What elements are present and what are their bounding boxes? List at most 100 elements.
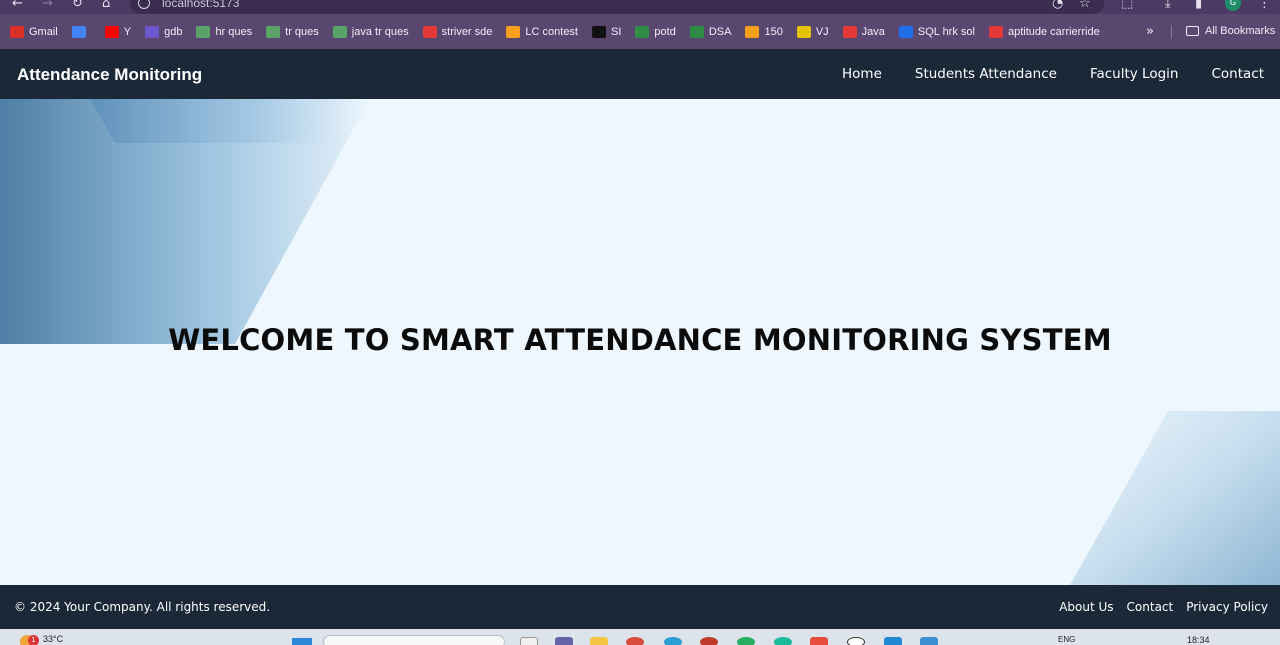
footer-link-about-us[interactable]: About Us (1059, 600, 1113, 614)
bookmark-label: LC contest (525, 25, 578, 38)
leetcode-icon (506, 25, 521, 38)
bookmarks-bar: Gmail Ygdb hr ques tr ques java tr ques striv… (0, 14, 1280, 49)
bookmark-label: gdb (164, 25, 183, 38)
file-explorer-icon[interactable] (590, 637, 608, 645)
java-icon (842, 25, 857, 38)
reload-icon[interactable]: ↻ (72, 0, 83, 11)
bookmark-label: DSA (708, 25, 732, 38)
star-icon[interactable]: ☆ (1079, 0, 1091, 11)
taskbar-search-box[interactable] (323, 635, 505, 645)
bookmark-label: tr ques (285, 25, 319, 38)
app-footer: © 2024 Your Company. All rights reserved… (0, 585, 1280, 629)
browser-toolbar: ← → ↻ ⌂ localhost:5173 ◔ ☆ ⬚ ⤓ ▮ G ⋮ (0, 0, 1280, 14)
address-bar[interactable] (130, 0, 1104, 14)
language-indicator[interactable]: ENG (1058, 635, 1075, 644)
bookmark-label: SI (611, 25, 622, 38)
bookmark-item[interactable]: Java (842, 25, 885, 38)
bookmark-label: VJ (815, 25, 829, 38)
footer-link-contact[interactable]: Contact (1127, 600, 1174, 614)
bookmark-item[interactable]: 150 (745, 25, 783, 38)
bookmark-item[interactable] (71, 25, 91, 38)
mountain-icon (266, 25, 281, 38)
gmail-icon (10, 25, 24, 38)
bookmark-item[interactable]: VJ (796, 25, 829, 38)
temperature-text: 33°C (43, 634, 64, 644)
bookmark-label: striver sde (441, 25, 493, 38)
more-bookmarks-icon[interactable]: » (1146, 24, 1154, 39)
nav-link-students-attendance[interactable]: Students Attendance (915, 66, 1057, 82)
bookmark-item[interactable]: potd (635, 25, 676, 38)
bookmark-item[interactable]: SI (592, 25, 622, 38)
menu-kebab-icon[interactable]: ⋮ (1258, 0, 1271, 11)
bookmark-label: SQL hrk sol (917, 25, 975, 38)
nav-link-contact[interactable]: Contact (1211, 66, 1264, 82)
bookmarks-divider (1171, 25, 1172, 39)
bookmark-item[interactable]: hr ques (196, 25, 252, 38)
home-icon[interactable]: ⌂ (102, 0, 110, 11)
edge-beta-icon[interactable] (774, 637, 792, 645)
sql-icon (898, 25, 913, 38)
chrome-icon[interactable] (626, 637, 644, 645)
os-taskbar: 1 33°C ENG 18:34 (0, 629, 1280, 645)
mountain-icon (332, 25, 347, 38)
footer-link-privacy-policy[interactable]: Privacy Policy (1186, 600, 1268, 614)
brave-icon[interactable] (810, 637, 828, 645)
gfg-icon (689, 25, 704, 38)
bookmark-item[interactable]: DSA (689, 25, 732, 38)
all-bookmarks-button[interactable]: All Bookmarks (1186, 25, 1275, 37)
vscode-icon[interactable] (884, 637, 902, 645)
vj-icon (796, 25, 811, 38)
nav-link-home[interactable]: Home (842, 66, 882, 82)
striver-icon (422, 25, 437, 38)
bookmark-item[interactable]: aptitude carrierride (988, 25, 1100, 38)
hero-section: WELCOME TO SMART ATTENDANCE MONITORING S… (0, 99, 1280, 585)
calendar-icon[interactable] (920, 637, 938, 645)
side-panel-icon[interactable]: ▮ (1195, 0, 1202, 11)
bookmark-item[interactable]: gdb (145, 25, 183, 38)
bookmark-item[interactable]: Gmail (10, 25, 58, 38)
nav-links: Home Students Attendance Faculty Login C… (809, 66, 1264, 82)
brand-title[interactable]: Attendance Monitoring (17, 65, 202, 85)
gfg-icon (635, 25, 650, 38)
download-icon[interactable]: ⤓ (1165, 0, 1171, 11)
teams-icon[interactable] (555, 637, 573, 645)
youtube-icon (104, 25, 119, 38)
url-text[interactable]: localhost:5173 (162, 0, 239, 10)
profile-avatar[interactable]: G (1225, 0, 1241, 11)
bookmark-label: potd (654, 25, 676, 38)
chrome-profile-icon[interactable] (700, 637, 718, 645)
bookmark-label: Gmail (29, 25, 58, 38)
bookmark-label: java tr ques (351, 25, 409, 38)
back-arrow-icon[interactable]: ← (12, 0, 23, 11)
forward-arrow-icon[interactable]: → (42, 0, 53, 11)
github-icon[interactable] (847, 637, 865, 645)
mountain-icon (196, 25, 211, 38)
windows-start-icon[interactable] (292, 638, 312, 645)
ni-icon (592, 25, 606, 38)
gdb-icon (145, 25, 160, 38)
whatsapp-icon[interactable] (737, 637, 755, 645)
clock-text[interactable]: 18:34 (1187, 635, 1210, 645)
bookmark-label: 150 (764, 25, 783, 38)
bookmark-item[interactable]: tr ques (266, 25, 319, 38)
all-bookmarks-label: All Bookmarks (1205, 25, 1276, 37)
extensions-icon[interactable]: ⬚ (1121, 0, 1133, 11)
hero-title: WELCOME TO SMART ATTENDANCE MONITORING S… (168, 323, 1112, 357)
incognito-icon[interactable]: ◔ (1052, 0, 1063, 11)
bookmark-item[interactable]: LC contest (506, 25, 578, 38)
nav-link-faculty-login[interactable]: Faculty Login (1090, 66, 1179, 82)
copyright-text: © 2024 Your Company. All rights reserved… (14, 600, 271, 614)
task-view-icon[interactable] (520, 637, 538, 645)
bookmark-label: Java (861, 25, 885, 38)
bookmark-item[interactable]: java tr ques (332, 25, 409, 38)
folder-icon (1186, 26, 1199, 36)
footer-links: About Us Contact Privacy Policy (1046, 600, 1268, 614)
app-navbar: Attendance Monitoring Home Students Atte… (0, 49, 1280, 99)
bookmark-label: aptitude carrierride (1007, 25, 1100, 38)
weather-badge: 1 (28, 635, 39, 645)
bookmark-item[interactable]: Y (104, 25, 131, 38)
bookmark-item[interactable]: SQL hrk sol (898, 25, 975, 38)
edge-icon[interactable] (664, 637, 682, 645)
bookmark-item[interactable]: striver sde (422, 25, 493, 38)
c-icon (988, 25, 1003, 38)
